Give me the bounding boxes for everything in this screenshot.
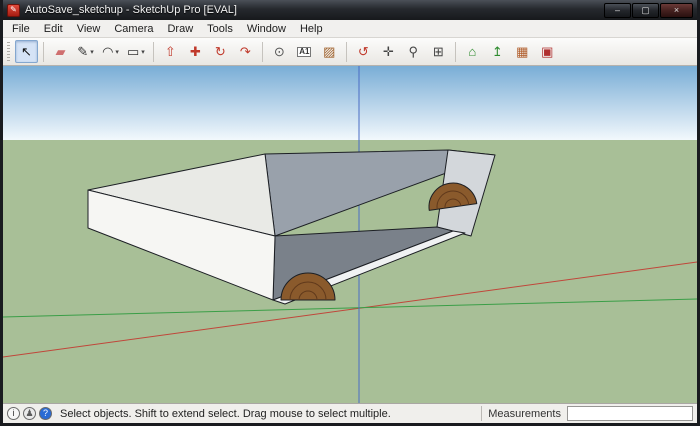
toolbar-separator [262, 42, 263, 62]
get-models-button[interactable]: ⌂ [461, 40, 484, 63]
titlebar[interactable]: ✎ AutoSave_sketchup - SketchUp Pro [EVAL… [3, 0, 697, 20]
window-title: AutoSave_sketchup - SketchUp Pro [EVAL] [25, 4, 604, 16]
sky [3, 66, 697, 140]
window-controls: – ▢ × [604, 3, 693, 18]
chevron-down-icon[interactable]: ▾ [141, 48, 145, 56]
viewport-canvas[interactable] [3, 66, 697, 403]
zoom-extents-tool[interactable]: ⊞ [427, 40, 450, 63]
text-tool[interactable]: A1 [293, 40, 316, 63]
zoom-icon: ⚲ [409, 45, 419, 58]
menu-window[interactable]: Window [240, 21, 293, 37]
tape-measure-tool[interactable]: ⊙ [268, 40, 291, 63]
zoom-tool[interactable]: ⚲ [402, 40, 425, 63]
photo-textures-icon: ▦ [516, 45, 528, 58]
chevron-down-icon[interactable]: ▾ [115, 48, 119, 56]
orbit-icon: ↺ [358, 45, 369, 58]
toolbar-grip[interactable] [7, 42, 10, 62]
follow-me-icon: ↷ [240, 45, 251, 58]
get-models-icon: ⌂ [468, 45, 476, 58]
model-viewport-svg [3, 66, 697, 403]
info-icon[interactable]: i [7, 407, 20, 420]
menubar: FileEditViewCameraDrawToolsWindowHelp [3, 20, 697, 38]
toolbar-separator [153, 42, 154, 62]
select-tool[interactable]: ↖ [15, 40, 38, 63]
push-pull-icon: ⇧ [165, 45, 176, 58]
pan-tool[interactable]: ✛ [377, 40, 400, 63]
eraser-icon: ▰ [56, 45, 66, 58]
rotate-tool[interactable]: ↻ [209, 40, 232, 63]
menu-camera[interactable]: Camera [107, 21, 160, 37]
move-tool[interactable]: ✚ [184, 40, 207, 63]
sketchup-window: ✎ AutoSave_sketchup - SketchUp Pro [EVAL… [0, 0, 700, 426]
menu-tools[interactable]: Tools [200, 21, 240, 37]
measurements-label: Measurements [488, 408, 561, 420]
chevron-down-icon[interactable]: ▾ [90, 48, 94, 56]
paint-bucket-tool[interactable]: ▨ [318, 40, 341, 63]
zoom-extents-icon: ⊞ [433, 45, 444, 58]
shapes-icon: ▭ [127, 45, 139, 58]
minimize-button[interactable]: – [604, 3, 631, 18]
line-icon: ✎ [77, 45, 88, 58]
credits-icon[interactable]: ♟ [23, 407, 36, 420]
select-icon: ↖ [21, 45, 32, 58]
follow-me-tool[interactable]: ↷ [234, 40, 257, 63]
eraser-tool[interactable]: ▰ [49, 40, 72, 63]
toolbar-separator [43, 42, 44, 62]
rotate-icon: ↻ [215, 45, 226, 58]
push-pull-tool[interactable]: ⇧ [159, 40, 182, 63]
shapes-tool[interactable]: ▭▾ [124, 40, 148, 63]
statusbar: i♟? Select objects. Shift to extend sele… [3, 403, 697, 423]
toolbar: ↖▰✎▾◠▾▭▾⇧✚↻↷⊙A1▨↺✛⚲⊞⌂↥▦▣ [3, 38, 697, 66]
help-icon[interactable]: ? [39, 407, 52, 420]
toolbar-separator [346, 42, 347, 62]
text-icon: A1 [297, 47, 311, 57]
pencil-glyph-icon: ✎ [10, 6, 17, 14]
menu-view[interactable]: View [70, 21, 108, 37]
send-to-layout-button[interactable]: ▣ [536, 40, 559, 63]
menu-help[interactable]: Help [293, 21, 330, 37]
share-model-button[interactable]: ↥ [486, 40, 509, 63]
orbit-tool[interactable]: ↺ [352, 40, 375, 63]
close-button[interactable]: × [660, 3, 693, 18]
maximize-button[interactable]: ▢ [632, 3, 659, 18]
measurements-area: Measurements [481, 406, 693, 421]
move-icon: ✚ [190, 45, 201, 58]
status-message: Select objects. Shift to extend select. … [60, 408, 481, 420]
tape-measure-icon: ⊙ [274, 45, 285, 58]
paint-bucket-icon: ▨ [323, 45, 335, 58]
toolbar-separator [455, 42, 456, 62]
send-to-layout-icon: ▣ [541, 45, 553, 58]
menu-file[interactable]: File [5, 21, 37, 37]
statusbar-icons: i♟? [7, 407, 55, 420]
menu-edit[interactable]: Edit [37, 21, 70, 37]
arc-icon: ◠ [102, 45, 113, 58]
measurements-input[interactable] [567, 406, 693, 421]
sketchup-logo-icon: ✎ [7, 4, 20, 17]
arc-tool[interactable]: ◠▾ [99, 40, 122, 63]
pan-icon: ✛ [383, 45, 394, 58]
line-tool[interactable]: ✎▾ [74, 40, 97, 63]
menu-draw[interactable]: Draw [160, 21, 200, 37]
share-model-icon: ↥ [492, 45, 503, 58]
photo-textures-button[interactable]: ▦ [511, 40, 534, 63]
